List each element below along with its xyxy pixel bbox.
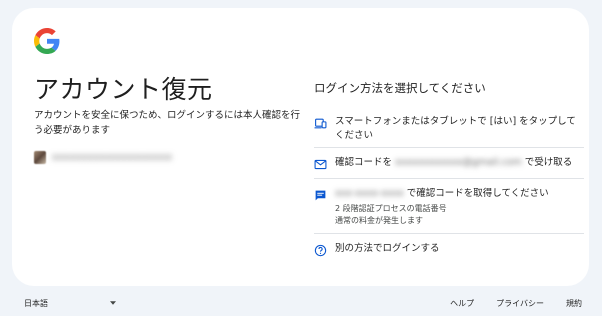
privacy-link[interactable]: プライバシー: [496, 298, 544, 309]
terms-link[interactable]: 規約: [566, 298, 582, 309]
footer: 日本語 ヘルプ プライバシー 規約: [0, 292, 602, 312]
help-link[interactable]: ヘルプ: [450, 298, 474, 309]
option-sms-sub2: 通常の料金が発生します: [335, 216, 423, 225]
language-selector[interactable]: 日本語: [24, 298, 116, 309]
help-icon: [314, 244, 327, 257]
language-label: 日本語: [24, 299, 48, 308]
option-email-redacted: xxxxxxxxxxxx@gmail.com: [395, 157, 522, 168]
methods-heading: ログイン方法を選択してください: [314, 81, 486, 95]
chevron-down-icon: [110, 301, 116, 305]
option-sms-code[interactable]: xxx-xxxx-xxxx で確認コードを取得してください 2 段階認証プロセス…: [314, 179, 584, 234]
google-logo-icon: [34, 28, 60, 54]
option-sms-suffix: で確認コードを取得してください: [406, 188, 549, 199]
option-phone-label: スマートフォンまたはタブレットで [はい] をタップしてください: [335, 116, 576, 141]
footer-links: ヘルプ プライバシー 規約: [450, 298, 582, 309]
account-email-redacted: xxxxxxxxxxxxxxxxxxxx: [52, 151, 173, 163]
option-email-code[interactable]: 確認コードを xxxxxxxxxxxx@gmail.com で受け取る: [314, 148, 584, 179]
sms-icon: [315, 190, 326, 201]
recovery-card: アカウント復元 アカウントを安全に保つため、ログインするには本人確認を行う必要が…: [12, 8, 589, 286]
option-sms-phone-redacted: xxx-xxxx-xxxx: [335, 188, 404, 199]
option-sms-content: xxx-xxxx-xxxx で確認コードを取得してください 2 段階認証プロセス…: [335, 187, 549, 227]
avatar: [34, 150, 46, 164]
option-phone-prompt[interactable]: スマートフォンまたはタブレットで [はい] をタップしてください: [314, 106, 584, 148]
account-chip[interactable]: xxxxxxxxxxxxxxxxxxxx: [34, 148, 172, 166]
option-other-label: 別の方法でログインする: [335, 243, 440, 254]
phone-tablet-icon: [314, 118, 327, 129]
option-email-prefix: 確認コードを: [335, 157, 393, 168]
option-email-suffix: で受け取る: [524, 157, 573, 168]
option-other-method[interactable]: 別の方法でログインする: [314, 234, 584, 264]
page-title: アカウント復元: [34, 75, 213, 104]
mail-icon: [314, 159, 327, 170]
option-sms-label: xxx-xxxx-xxxx で確認コードを取得してください: [335, 187, 549, 201]
option-email-label: 確認コードを xxxxxxxxxxxx@gmail.com で受け取る: [335, 156, 572, 170]
option-sms-sub1: 2 段階認証プロセスの電話番号: [335, 204, 447, 213]
page-subtitle: アカウントを安全に保つため、ログインするには本人確認を行う必要があります: [34, 110, 301, 136]
recovery-options-list: スマートフォンまたはタブレットで [はい] をタップしてください 確認コードを …: [314, 106, 584, 264]
